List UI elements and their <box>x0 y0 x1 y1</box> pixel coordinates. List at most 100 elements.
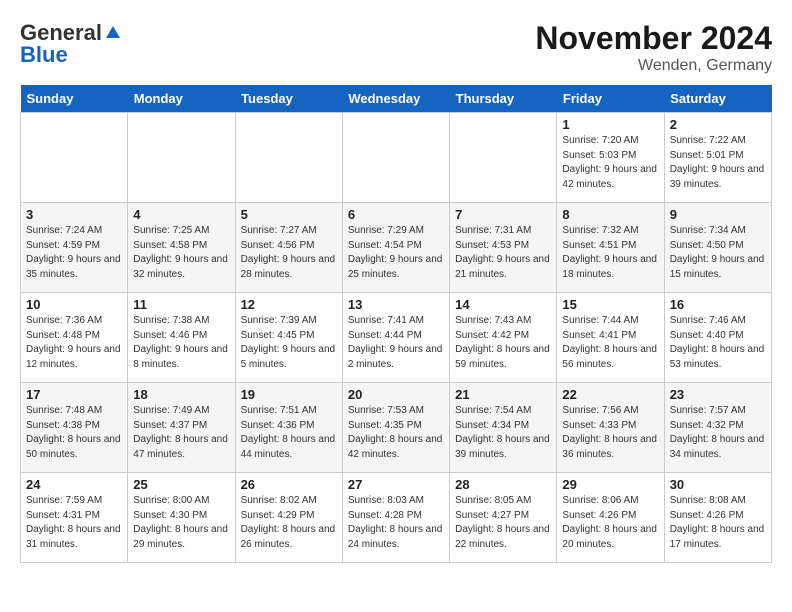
day-cell: 1 Sunrise: 7:20 AM Sunset: 5:03 PM Daylig… <box>557 113 664 203</box>
page-header: General Blue November 2024 Wenden, Germa… <box>20 20 772 75</box>
day-cell: 21 Sunrise: 7:54 AM Sunset: 4:34 PM Dayli… <box>450 383 557 473</box>
day-number: 26 <box>241 477 337 492</box>
day-info: Sunrise: 7:24 AM Sunset: 4:59 PM Dayligh… <box>26 224 122 282</box>
day-cell: 2 Sunrise: 7:22 AM Sunset: 5:01 PM Daylig… <box>664 113 771 203</box>
weekday-header-friday: Friday <box>557 85 664 113</box>
day-cell: 23 Sunrise: 7:57 AM Sunset: 4:32 PM Dayli… <box>664 383 771 473</box>
calendar-table: SundayMondayTuesdayWednesdayThursdayFrid… <box>20 85 772 563</box>
day-number: 25 <box>133 477 229 492</box>
week-row-5: 24Sunrise: 7:59 AM Sunset: 4:31 PM Dayli… <box>21 473 772 563</box>
day-info: Sunrise: 7:29 AM Sunset: 4:54 PM Dayligh… <box>348 224 444 282</box>
day-info: Sunrise: 8:02 AM Sunset: 4:29 PM Dayligh… <box>241 494 337 552</box>
day-info: Sunrise: 7:43 AM Sunset: 4:42 PM Dayligh… <box>455 314 551 372</box>
day-info: Sunrise: 7:53 AM Sunset: 4:35 PM Dayligh… <box>348 404 444 462</box>
week-row-4: 17 Sunrise: 7:48 AM Sunset: 4:38 PM Dayli… <box>21 383 772 473</box>
day-info: Sunrise: 8:05 AM Sunset: 4:27 PM Dayligh… <box>455 494 551 552</box>
day-cell: 12 Sunrise: 7:39 AM Sunset: 4:45 PM Dayli… <box>235 293 342 383</box>
day-info: Sunrise: 8:08 AM Sunset: 4:26 PM Dayligh… <box>670 494 766 552</box>
day-info: Sunrise: 7:57 AM Sunset: 4:32 PM Dayligh… <box>670 404 766 462</box>
day-number: 28 <box>455 477 551 492</box>
day-number: 3 <box>26 207 122 222</box>
day-info: Sunrise: 7:46 AM Sunset: 4:40 PM Dayligh… <box>670 314 766 372</box>
day-info: Sunrise: 7:27 AM Sunset: 4:56 PM Dayligh… <box>241 224 337 282</box>
day-info: Sunrise: 7:38 AM Sunset: 4:46 PM Dayligh… <box>133 314 229 372</box>
day-number: 19 <box>241 387 337 402</box>
day-cell: 16Sunrise: 7:46 AM Sunset: 4:40 PM Dayli… <box>664 293 771 383</box>
day-info: Sunrise: 8:03 AM Sunset: 4:28 PM Dayligh… <box>348 494 444 552</box>
day-info: Sunrise: 7:48 AM Sunset: 4:38 PM Dayligh… <box>26 404 122 462</box>
day-info: Sunrise: 7:39 AM Sunset: 4:45 PM Dayligh… <box>241 314 337 372</box>
title-section: November 2024 Wenden, Germany <box>535 20 772 75</box>
weekday-header-wednesday: Wednesday <box>342 85 449 113</box>
week-row-1: 1 Sunrise: 7:20 AM Sunset: 5:03 PM Daylig… <box>21 113 772 203</box>
day-number: 15 <box>562 297 658 312</box>
day-cell: 10 Sunrise: 7:36 AM Sunset: 4:48 PM Dayli… <box>21 293 128 383</box>
day-cell <box>342 113 449 203</box>
day-number: 11 <box>133 297 229 312</box>
weekday-header-row: SundayMondayTuesdayWednesdayThursdayFrid… <box>21 85 772 113</box>
day-number: 10 <box>26 297 122 312</box>
day-info: Sunrise: 7:20 AM Sunset: 5:03 PM Dayligh… <box>562 134 658 192</box>
day-number: 18 <box>133 387 229 402</box>
day-number: 6 <box>348 207 444 222</box>
day-cell: 7 Sunrise: 7:31 AM Sunset: 4:53 PM Daylig… <box>450 203 557 293</box>
day-info: Sunrise: 8:00 AM Sunset: 4:30 PM Dayligh… <box>133 494 229 552</box>
day-number: 17 <box>26 387 122 402</box>
day-cell: 25 Sunrise: 8:00 AM Sunset: 4:30 PM Dayli… <box>128 473 235 563</box>
day-info: Sunrise: 7:36 AM Sunset: 4:48 PM Dayligh… <box>26 314 122 372</box>
day-number: 5 <box>241 207 337 222</box>
logo: General Blue <box>20 20 122 68</box>
day-cell <box>235 113 342 203</box>
day-number: 20 <box>348 387 444 402</box>
day-cell: 14 Sunrise: 7:43 AM Sunset: 4:42 PM Dayli… <box>450 293 557 383</box>
day-info: Sunrise: 7:32 AM Sunset: 4:51 PM Dayligh… <box>562 224 658 282</box>
day-number: 9 <box>670 207 766 222</box>
day-cell: 28 Sunrise: 8:05 AM Sunset: 4:27 PM Dayli… <box>450 473 557 563</box>
day-info: Sunrise: 7:34 AM Sunset: 4:50 PM Dayligh… <box>670 224 766 282</box>
day-info: Sunrise: 7:22 AM Sunset: 5:01 PM Dayligh… <box>670 134 766 192</box>
day-cell: 24Sunrise: 7:59 AM Sunset: 4:31 PM Dayli… <box>21 473 128 563</box>
day-info: Sunrise: 7:59 AM Sunset: 4:31 PM Dayligh… <box>26 494 122 552</box>
day-number: 12 <box>241 297 337 312</box>
day-cell: 3 Sunrise: 7:24 AM Sunset: 4:59 PM Daylig… <box>21 203 128 293</box>
day-cell: 27 Sunrise: 8:03 AM Sunset: 4:28 PM Dayli… <box>342 473 449 563</box>
weekday-header-thursday: Thursday <box>450 85 557 113</box>
day-number: 22 <box>562 387 658 402</box>
day-number: 2 <box>670 117 766 132</box>
day-cell: 17 Sunrise: 7:48 AM Sunset: 4:38 PM Dayli… <box>21 383 128 473</box>
day-number: 27 <box>348 477 444 492</box>
weekday-header-monday: Monday <box>128 85 235 113</box>
day-info: Sunrise: 8:06 AM Sunset: 4:26 PM Dayligh… <box>562 494 658 552</box>
day-cell: 6 Sunrise: 7:29 AM Sunset: 4:54 PM Daylig… <box>342 203 449 293</box>
day-info: Sunrise: 7:56 AM Sunset: 4:33 PM Dayligh… <box>562 404 658 462</box>
day-cell: 30 Sunrise: 8:08 AM Sunset: 4:26 PM Dayli… <box>664 473 771 563</box>
day-cell: 5 Sunrise: 7:27 AM Sunset: 4:56 PM Daylig… <box>235 203 342 293</box>
day-cell: 4Sunrise: 7:25 AM Sunset: 4:58 PM Daylig… <box>128 203 235 293</box>
day-info: Sunrise: 7:31 AM Sunset: 4:53 PM Dayligh… <box>455 224 551 282</box>
day-info: Sunrise: 7:51 AM Sunset: 4:36 PM Dayligh… <box>241 404 337 462</box>
weekday-header-saturday: Saturday <box>664 85 771 113</box>
day-number: 1 <box>562 117 658 132</box>
logo-icon <box>104 24 122 42</box>
month-title: November 2024 <box>535 20 772 57</box>
day-cell: 15Sunrise: 7:44 AM Sunset: 4:41 PM Dayli… <box>557 293 664 383</box>
day-cell: 20 Sunrise: 7:53 AM Sunset: 4:35 PM Dayli… <box>342 383 449 473</box>
week-row-2: 3 Sunrise: 7:24 AM Sunset: 4:59 PM Daylig… <box>21 203 772 293</box>
day-number: 23 <box>670 387 766 402</box>
day-cell <box>450 113 557 203</box>
logo-blue: Blue <box>20 42 68 68</box>
day-number: 29 <box>562 477 658 492</box>
day-cell <box>128 113 235 203</box>
weekday-header-sunday: Sunday <box>21 85 128 113</box>
day-number: 30 <box>670 477 766 492</box>
day-number: 7 <box>455 207 551 222</box>
day-number: 14 <box>455 297 551 312</box>
day-number: 21 <box>455 387 551 402</box>
location: Wenden, Germany <box>535 57 772 75</box>
day-info: Sunrise: 7:49 AM Sunset: 4:37 PM Dayligh… <box>133 404 229 462</box>
day-cell: 9 Sunrise: 7:34 AM Sunset: 4:50 PM Daylig… <box>664 203 771 293</box>
day-info: Sunrise: 7:41 AM Sunset: 4:44 PM Dayligh… <box>348 314 444 372</box>
day-info: Sunrise: 7:54 AM Sunset: 4:34 PM Dayligh… <box>455 404 551 462</box>
day-info: Sunrise: 7:25 AM Sunset: 4:58 PM Dayligh… <box>133 224 229 282</box>
week-row-3: 10 Sunrise: 7:36 AM Sunset: 4:48 PM Dayli… <box>21 293 772 383</box>
